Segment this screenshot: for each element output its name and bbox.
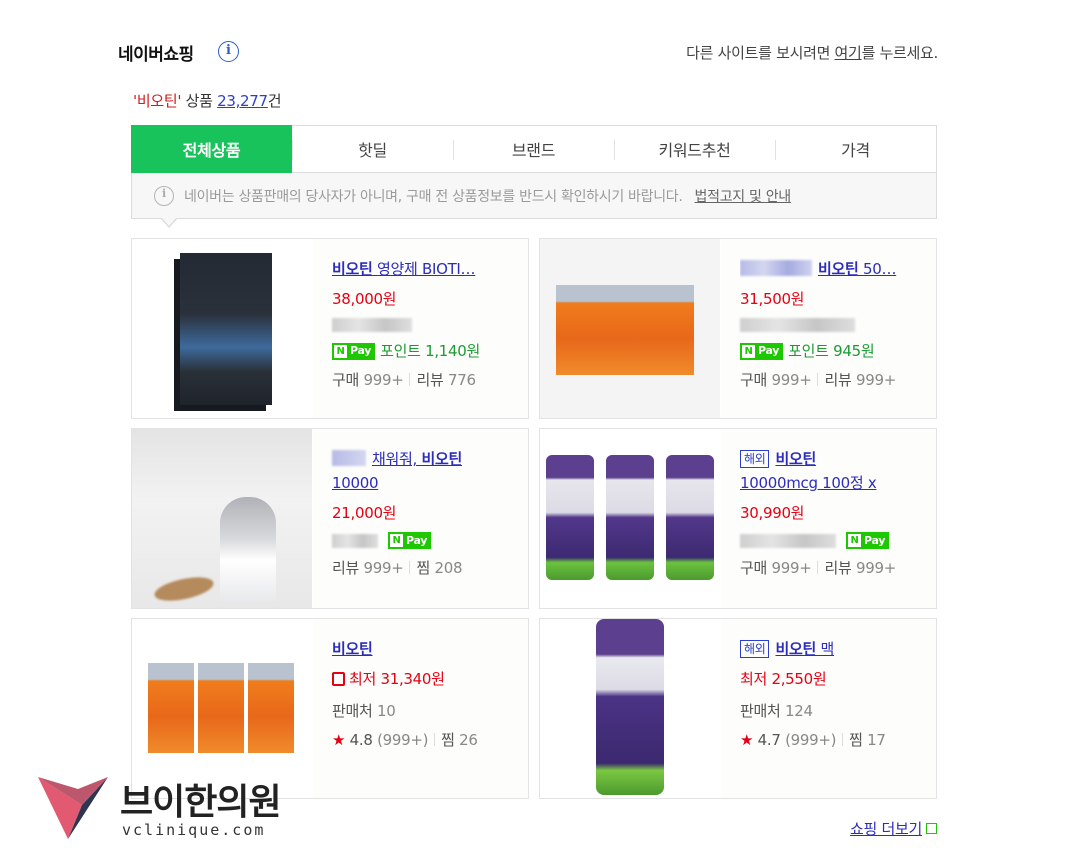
product-image[interactable] xyxy=(540,239,720,418)
info-icon[interactable]: i xyxy=(218,41,239,62)
section-title: 네이버쇼핑 xyxy=(118,45,194,65)
point-text: 포인트 1,140원 xyxy=(380,342,481,360)
shopping-header: 네이버쇼핑 i 다른 사이트를 보시려면 여기를 누르세요. xyxy=(118,36,938,68)
overseas-badge: 해외 xyxy=(740,640,770,658)
tab-keyword[interactable]: 키워드추천 xyxy=(614,126,775,172)
product-name-link[interactable]: 비오틴 영양제 BIOTI… xyxy=(332,257,497,281)
npay-badge: N Pay xyxy=(846,532,890,549)
purchase-review-meta: 구매 999+ 리뷰 999+ xyxy=(740,559,896,577)
purchase-review-meta: 구매 999+ 리뷰 776 xyxy=(332,371,476,389)
seller-count: 판매처 124 xyxy=(740,702,813,720)
product-card[interactable]: 비오틴 최저 31,340원 판매처 10 ★ 4.8 (999+) 찜 26 xyxy=(131,618,529,799)
more-shopping-link[interactable]: 쇼핑 더보기 xyxy=(850,818,937,839)
purchase-review-meta: 구매 999+ 리뷰 999+ xyxy=(740,371,896,389)
product-card[interactable]: 비오틴 영양제 BIOTI… 38,000원 N Pay 포인트 1,140원 구… xyxy=(131,238,529,419)
blurred-seller xyxy=(740,533,836,548)
product-name-link[interactable]: 해외 비오틴 10000mcg 100정 x xyxy=(740,447,918,495)
seller-count: 판매처 10 xyxy=(332,702,396,720)
star-icon: ★ xyxy=(332,731,346,749)
review-wish-meta: 리뷰 999+ 찜 208 xyxy=(332,559,463,577)
npay-badge: N Pay xyxy=(740,342,784,360)
result-count: '비오틴' 상품 23,277건 xyxy=(133,90,282,111)
notice-suffix: 를 누르세요. xyxy=(861,44,939,62)
product-name-link[interactable]: 해외 비오틴 맥 xyxy=(740,637,918,661)
notice-prefix: 다른 사이트를 보시려면 xyxy=(686,44,835,62)
legal-notice-link[interactable]: 법적고지 및 안내 xyxy=(695,186,792,206)
point-text: 포인트 945원 xyxy=(788,342,875,360)
product-image[interactable] xyxy=(132,239,312,418)
watermark-url: vclinique.com xyxy=(122,821,266,839)
product-image[interactable] xyxy=(132,619,312,798)
tab-price[interactable]: 가격 xyxy=(775,126,936,172)
product-name-link[interactable]: 비오틴 50… xyxy=(740,257,905,281)
npay-badge: N Pay xyxy=(332,342,376,360)
blurred-seller xyxy=(740,318,855,332)
tab-all-products[interactable]: 전체상품 xyxy=(131,125,292,173)
point-info: N Pay 포인트 945원 xyxy=(740,341,936,361)
seller-name[interactable]: N Pay xyxy=(740,532,936,549)
product-card[interactable]: 해외 비오틴 10000mcg 100정 x 30,990원 N Pay 구매 999… xyxy=(539,428,937,609)
seller-name[interactable] xyxy=(332,318,528,332)
product-card[interactable]: 비오틴 50… 31,500원 N Pay 포인트 945원 구매 999+ 리뷰 … xyxy=(539,238,937,419)
product-name-link[interactable]: 채워줘, 비오틴 10000 xyxy=(332,447,510,495)
search-keyword: '비오틴' xyxy=(133,92,182,110)
watermark-title: 브이한의원 xyxy=(120,782,282,823)
disclaimer-bar: i 네이버는 상품판매의 당사자가 아니며, 구매 전 상품정보를 반드시 확인… xyxy=(131,173,937,219)
count-number-link[interactable]: 23,277 xyxy=(217,92,268,110)
overseas-badge: 해외 xyxy=(740,450,770,468)
other-site-link[interactable]: 여기 xyxy=(835,44,862,62)
count-unit: 건 xyxy=(267,92,282,110)
product-card[interactable]: 채워줘, 비오틴 10000 21,000원 N Pay 리뷰 999+ 찜 208 xyxy=(131,428,529,609)
blurred-seller xyxy=(332,318,412,332)
product-image[interactable] xyxy=(132,429,312,608)
product-price: 최저 2,550원 xyxy=(740,670,827,688)
product-price: 21,000원 xyxy=(332,504,397,522)
seller-name[interactable]: N Pay xyxy=(332,532,528,549)
new-window-icon xyxy=(926,823,937,834)
product-price: 38,000원 xyxy=(332,290,397,308)
info-circle-icon: i xyxy=(154,185,174,206)
product-image[interactable] xyxy=(540,429,720,608)
disclaimer-pointer xyxy=(160,217,178,228)
rating-meta: ★ 4.7 (999+) 찜 17 xyxy=(740,731,886,749)
rating-meta: ★ 4.8 (999+) 찜 26 xyxy=(332,731,478,749)
tab-brand[interactable]: 브랜드 xyxy=(453,126,614,172)
seller-name[interactable] xyxy=(740,318,936,332)
other-site-notice: 다른 사이트를 보시려면 여기를 누르세요. xyxy=(686,42,938,63)
product-price: 최저 31,340원 xyxy=(332,669,528,689)
blurred-seller xyxy=(332,533,378,548)
lowest-price-icon xyxy=(332,672,345,686)
count-label: 상품 xyxy=(181,92,218,110)
disclaimer-text: 네이버는 상품판매의 당사자가 아니며, 구매 전 상품정보를 반드시 확인하시… xyxy=(184,188,683,205)
npay-badge: N Pay xyxy=(388,532,432,549)
product-price: 31,500원 xyxy=(740,290,805,308)
product-name-link[interactable]: 비오틴 xyxy=(332,637,510,661)
star-icon: ★ xyxy=(740,731,754,749)
watermark-logo-icon xyxy=(38,777,108,839)
category-tabs: 전체상품 핫딜 브랜드 키워드추천 가격 xyxy=(131,125,937,173)
product-card[interactable]: 해외 비오틴 맥 최저 2,550원 판매처 124 ★ 4.7 (999+) 찜 … xyxy=(539,618,937,799)
product-price: 30,990원 xyxy=(740,504,805,522)
tab-hot-deal[interactable]: 핫딜 xyxy=(292,126,453,172)
point-info: N Pay 포인트 1,140원 xyxy=(332,341,528,361)
product-image[interactable] xyxy=(540,619,720,798)
